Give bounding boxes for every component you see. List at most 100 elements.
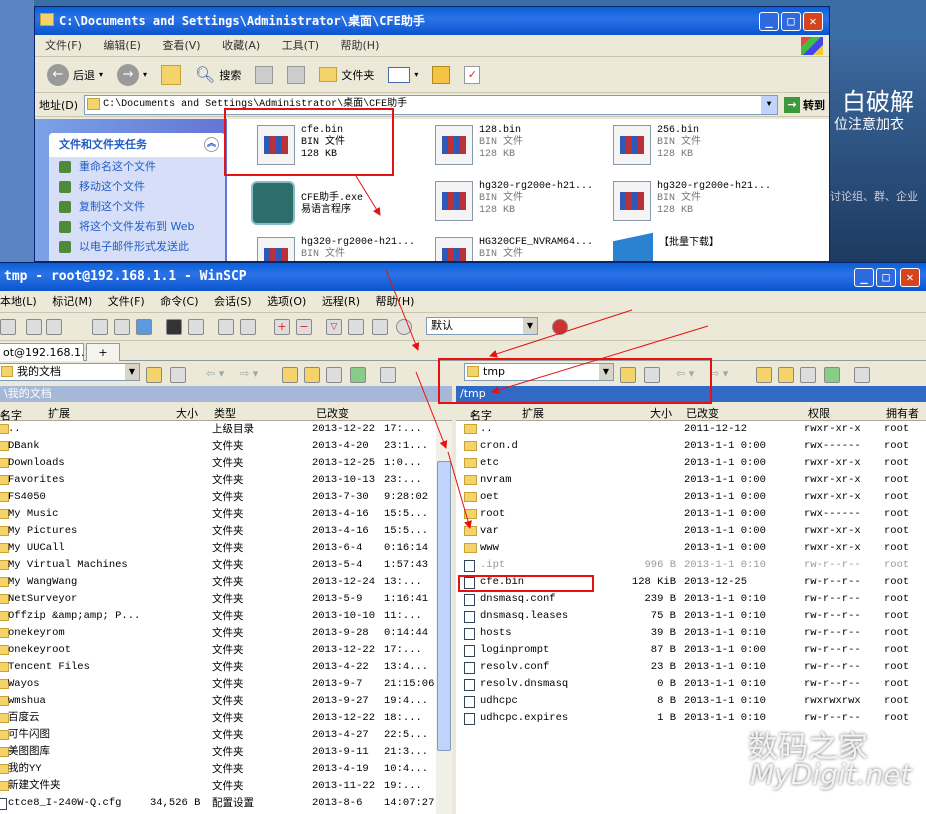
list-item[interactable]: My UUCall 文件夹 2013-6-4 0:16:14 (0, 540, 436, 557)
local-directory-select[interactable]: 我的文档 ▼ (0, 363, 140, 381)
col-permissions[interactable]: 权限 (808, 405, 830, 421)
list-item[interactable]: var 2013-1-1 0:00 rwxr-xr-x root (456, 523, 926, 540)
list-item[interactable]: 我的YY 文件夹 2013-4-19 10:4... (0, 761, 436, 778)
list-item[interactable]: hosts 39 B 2013-1-1 0:10 rw-r--r-- root (456, 625, 926, 642)
folders-button[interactable]: 文件夹 (315, 65, 378, 85)
local-scrollbar[interactable] (436, 421, 452, 814)
list-item[interactable]: Downloads 文件夹 2013-12-25 1:0... (0, 455, 436, 472)
menu-file[interactable]: 文件(F) (45, 39, 82, 52)
list-item[interactable]: Favorites 文件夹 2013-10-13 23:... (0, 472, 436, 489)
copy-to-button[interactable] (283, 64, 309, 86)
list-item[interactable]: .ipt 996 B 2013-1-1 0:10 rw-r--r-- root (456, 557, 926, 574)
list-item[interactable]: My WangWang 文件夹 2013-12-24 13:... (0, 574, 436, 591)
open-folder-icon[interactable] (146, 367, 162, 383)
list-item[interactable]: Tencent Files 文件夹 2013-4-22 13:4... (0, 659, 436, 676)
views-button[interactable]: ▾ (384, 65, 422, 85)
tree-icon[interactable] (854, 367, 870, 383)
gear-icon[interactable] (0, 319, 16, 335)
list-item[interactable]: loginprompt 87 B 2013-1-1 0:00 rw-r--r-- roo… (456, 642, 926, 659)
move-to-button[interactable] (251, 64, 277, 86)
home-icon[interactable] (326, 367, 342, 383)
list-item[interactable]: My Music 文件夹 2013-4-16 15:5... (0, 506, 436, 523)
file-item[interactable]: 256.bin BIN 文件 128 KB (613, 125, 783, 165)
minus-icon[interactable]: − (296, 319, 312, 335)
list-item[interactable]: .. 2011-12-12 rwxr-xr-x root (456, 421, 926, 438)
winscp-titlebar[interactable]: tmp - root@192.168.1.1 - WinSCP _ □ ✕ (0, 263, 926, 291)
list-item[interactable]: resolv.conf 23 B 2013-1-1 0:10 rw-r--r-- roo… (456, 659, 926, 676)
list-item[interactable]: www 2013-1-1 0:00 rwxr-xr-x root (456, 540, 926, 557)
list-item[interactable]: 新建文件夹 文件夹 2013-11-22 19:... (0, 778, 436, 795)
up-folder-button[interactable] (157, 63, 185, 87)
session-tab[interactable]: ot@192.168.1.1 (0, 343, 92, 361)
list-item[interactable]: My Pictures 文件夹 2013-4-16 15:5... (0, 523, 436, 540)
list-item[interactable]: Wayos 文件夹 2013-9-7 21:15:06 (0, 676, 436, 693)
file-item[interactable]: CFE助手.exe 易语言程序 (251, 181, 421, 225)
list-item[interactable]: oet 2013-1-1 0:00 rwxr-xr-x root (456, 489, 926, 506)
menu-remote[interactable]: 远程(R) (322, 295, 360, 308)
address-input[interactable]: C:\Documents and Settings\Administrator\… (84, 94, 778, 115)
new-session-tab[interactable]: + (86, 343, 120, 361)
list-item[interactable]: dnsmasq.leases 75 B 2013-1-1 0:10 rw-r--r--… (456, 608, 926, 625)
col-ext[interactable]: 扩展 (48, 405, 70, 421)
file-item[interactable]: hg320-rg200e-h21... BIN 文件 (257, 237, 427, 261)
minimize-button[interactable]: _ (759, 12, 779, 31)
list-item[interactable]: ctce8_I-240W-Q.cfg 34,526 B 配置设置 2013-8-6 14… (0, 795, 436, 812)
collapse-icon[interactable]: ︽ (204, 137, 219, 152)
explorer-titlebar[interactable]: C:\Documents and Settings\Administrator\… (35, 7, 829, 35)
sync-icon[interactable] (92, 319, 108, 335)
search-button[interactable]: 🔍︎ 搜索 (191, 63, 245, 86)
tool-button-a[interactable] (428, 64, 454, 86)
go-button[interactable]: → 转到 (784, 96, 825, 113)
file-item[interactable]: hg320-rg200e-h21... BIN 文件 128 KB (613, 181, 783, 221)
maximize-button[interactable]: □ (876, 268, 896, 287)
list-item[interactable]: onekeyrom 文件夹 2013-9-28 0:14:44 (0, 625, 436, 642)
menu-options[interactable]: 选项(O) (267, 295, 306, 308)
refresh-icon[interactable] (136, 319, 152, 335)
menu-file[interactable]: 文件(F) (108, 295, 145, 308)
col-size[interactable]: 大小 (650, 405, 672, 421)
col-type[interactable]: 类型 (214, 405, 236, 421)
parent-dir-icon[interactable] (282, 367, 298, 383)
queue-icon[interactable] (46, 319, 62, 335)
list-item[interactable]: My Virtual Machines 文件夹 2013-5-4 1:57:43 (0, 557, 436, 574)
transfer-settings-select[interactable]: 默认 ▼ (426, 317, 538, 335)
task-copy[interactable]: 复制这个文件 (49, 197, 225, 217)
binoculars-icon[interactable] (240, 319, 256, 335)
file-item[interactable]: 128.bin BIN 文件 128 KB (435, 125, 605, 165)
task-email[interactable]: 以电子邮件形式发送此 (49, 237, 225, 257)
list-item[interactable]: 百度云 文件夹 2013-12-22 18:... (0, 710, 436, 727)
forward-arrow-icon[interactable]: ⇨ ▾ (240, 367, 258, 380)
menu-mark[interactable]: 标记(M) (52, 295, 92, 308)
col-name[interactable]: 名字 ▲ (470, 405, 492, 422)
tool-button-b[interactable]: ✓ (460, 64, 484, 86)
forward-arrow-icon[interactable]: ⇨ ▾ (710, 367, 728, 380)
parent-dir-icon[interactable] (756, 367, 772, 383)
console-icon[interactable] (166, 319, 182, 335)
tasks-header[interactable]: 文件和文件夹任务 ︽ (49, 133, 225, 157)
refresh-icon[interactable] (824, 367, 840, 383)
maximize-button[interactable]: □ (781, 12, 801, 31)
putty-icon[interactable] (188, 319, 204, 335)
file-item[interactable]: 【批量下载】 (613, 232, 783, 261)
task-move[interactable]: 移动这个文件 (49, 177, 225, 197)
col-ext[interactable]: 扩展 (522, 405, 544, 421)
list-item[interactable]: FS4050 文件夹 2013-7-30 9:28:02 (0, 489, 436, 506)
find-icon[interactable] (218, 319, 234, 335)
tree-icon[interactable] (380, 367, 396, 383)
clear-icon[interactable] (372, 319, 388, 335)
list-item[interactable]: wmshua 文件夹 2013-9-27 19:4... (0, 693, 436, 710)
menu-view[interactable]: 查看(V) (162, 39, 200, 52)
minimize-button[interactable]: _ (854, 268, 874, 287)
list-item[interactable]: Offzip &amp;amp; P... 文件夹 2013-10-10 11:... (0, 608, 436, 625)
col-changed[interactable]: 已改变 (686, 405, 719, 421)
scrollbar-thumb[interactable] (437, 461, 451, 751)
preferences-icon[interactable] (552, 319, 568, 335)
file-item[interactable]: hg320-rg200e-h21... BIN 文件 128 KB (435, 181, 605, 221)
menu-commands[interactable]: 命令(C) (160, 295, 198, 308)
list-item[interactable]: udhcpc 8 B 2013-1-1 0:10 rwxrwxrwx root (456, 693, 926, 710)
menu-edit[interactable]: 编辑(E) (103, 39, 141, 52)
close-button[interactable]: ✕ (900, 268, 920, 287)
home-icon[interactable] (800, 367, 816, 383)
menu-session[interactable]: 会话(S) (214, 295, 252, 308)
menu-tools[interactable]: 工具(T) (282, 39, 319, 52)
